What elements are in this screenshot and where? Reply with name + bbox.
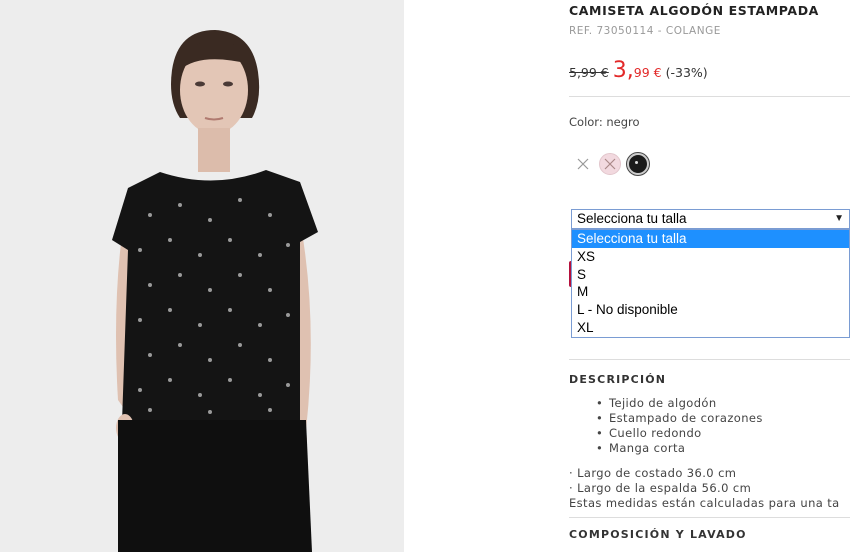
product-title: CAMISETA ALGODÓN ESTAMPADA: [569, 3, 819, 18]
composition-title: COMPOSICIÓN Y LAVADO: [569, 528, 747, 541]
size-option[interactable]: Selecciona tu talla: [572, 230, 849, 248]
measures: · Largo de costado 36.0 cm · Largo de la…: [569, 466, 840, 511]
white-swatch[interactable]: [572, 153, 594, 175]
size-options-list: Selecciona tu talla XS S M L - No dispon…: [571, 229, 850, 338]
model-illustration: [0, 0, 404, 552]
list-item: Manga corta: [596, 441, 763, 456]
unavailable-x-icon: [577, 158, 589, 170]
list-item: Estampado de corazones: [596, 411, 763, 426]
description-bullets: Tejido de algodón Estampado de corazones…: [596, 396, 763, 456]
price-block: 5,99 € 3, 99 € (-33%): [569, 58, 708, 83]
divider: [569, 96, 850, 97]
chevron-down-icon: ▼: [834, 213, 844, 224]
size-select[interactable]: Selecciona tu talla ▼: [571, 209, 850, 229]
color-label: Color: negro: [569, 115, 640, 129]
list-item: Tejido de algodón: [596, 396, 763, 411]
divider: [569, 517, 850, 518]
unavailable-x-icon: [604, 158, 616, 170]
product-ref: REF. 73050114 - COLANGE: [569, 25, 721, 37]
new-price-integer: 3,: [612, 58, 634, 83]
size-option[interactable]: M: [572, 283, 849, 301]
divider: [569, 359, 850, 360]
pattern-dot: [635, 161, 638, 164]
size-select-value: Selecciona tu talla: [577, 211, 687, 226]
discount-badge: (-33%): [665, 65, 708, 80]
description-title: DESCRIPCIÓN: [569, 373, 667, 386]
product-photo[interactable]: [0, 0, 404, 552]
pink-swatch[interactable]: [599, 153, 621, 175]
black-swatch[interactable]: [627, 153, 649, 175]
measure-note: Estas medidas están calculadas para una …: [569, 496, 840, 510]
measure-line: · Largo de la espalda 56.0 cm: [569, 481, 752, 495]
size-option[interactable]: XL: [572, 319, 849, 337]
size-option[interactable]: L - No disponible: [572, 301, 849, 319]
size-option[interactable]: XS: [572, 248, 849, 266]
list-item: Cuello redondo: [596, 426, 763, 441]
size-option[interactable]: S: [572, 266, 849, 284]
new-price-decimals: 99 €: [633, 65, 662, 80]
old-price: 5,99 €: [569, 65, 609, 80]
measure-line: · Largo de costado 36.0 cm: [569, 466, 737, 480]
